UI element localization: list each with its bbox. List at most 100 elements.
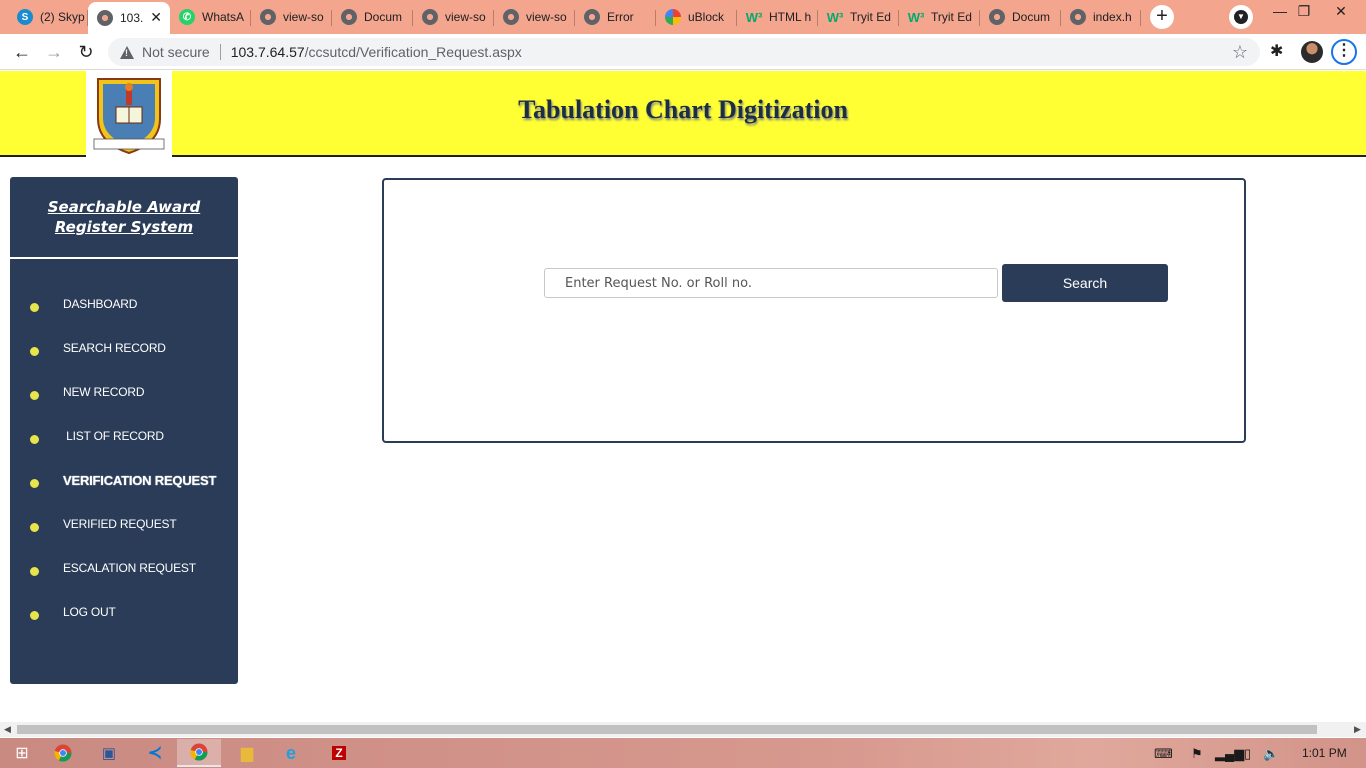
- tab-title: Error: [607, 10, 634, 24]
- internet-explorer-icon: e: [285, 742, 296, 763]
- browser-tab[interactable]: view-so: [494, 2, 575, 32]
- tab-title: uBlock: [688, 10, 725, 24]
- windows-taskbar: ⊞ ▣ ≺ ▆ e Z ⌨ ⚑ ▂▄▆ ▯ 🔈 1:01 PM: [0, 738, 1366, 768]
- search-button[interactable]: Search: [1002, 264, 1168, 302]
- browser-tab[interactable]: W³ Tryit Ed: [899, 2, 980, 32]
- taskbar-filezilla[interactable]: Z: [317, 739, 361, 767]
- vscode-icon: ≺: [147, 743, 163, 762]
- tab-title: Docum: [1012, 10, 1051, 24]
- search-input[interactable]: [544, 268, 998, 298]
- sidebar-item-escalation-request[interactable]: ESCALATION REQUEST: [10, 547, 238, 591]
- tab-title: Docum: [364, 10, 403, 24]
- tab-title: (2) Skyp: [40, 10, 85, 24]
- sidebar-item-log-out[interactable]: LOG OUT: [10, 591, 238, 635]
- close-window-button[interactable]: ✕: [1325, 3, 1357, 20]
- browser-menu-icon[interactable]: ⋮: [1331, 39, 1357, 65]
- tab-title: view-so: [445, 10, 486, 24]
- globe-icon: [584, 9, 600, 25]
- bullet-icon: [30, 479, 39, 488]
- battery-icon[interactable]: ▯: [1244, 746, 1251, 762]
- taskbar-remote-desktop[interactable]: ▣: [87, 739, 131, 767]
- browser-tab[interactable]: Docum: [980, 2, 1061, 32]
- bookmark-star-icon[interactable]: ☆: [1232, 42, 1248, 63]
- sidebar-item-label[interactable]: LIST OF RECORD: [63, 429, 164, 443]
- profile-avatar[interactable]: [1301, 41, 1323, 63]
- speaker-icon[interactable]: 🔈: [1263, 746, 1279, 762]
- globe-icon: [1070, 9, 1086, 25]
- scrollbar-thumb[interactable]: [17, 725, 1317, 734]
- scroll-right-icon[interactable]: ▶: [1354, 724, 1361, 735]
- signal-icon[interactable]: ▂▄▆: [1215, 746, 1244, 762]
- bullet-icon: [30, 523, 39, 532]
- browser-tab[interactable]: Error: [575, 2, 656, 32]
- sidebar-item-new-record[interactable]: NEW RECORD: [10, 371, 238, 415]
- reload-icon[interactable]: ↻: [74, 40, 98, 64]
- taskbar-internet-explorer[interactable]: e: [269, 739, 313, 767]
- url-text[interactable]: 103.7.64.57/ccsutcd/Verification_Request…: [231, 44, 522, 60]
- browser-tab[interactable]: view-so: [251, 2, 332, 32]
- taskbar-chrome[interactable]: [41, 739, 85, 767]
- forward-arrow-icon[interactable]: →: [42, 40, 66, 64]
- w3schools-icon: W³: [907, 9, 925, 25]
- browser-tab[interactable]: uBlock: [656, 2, 737, 32]
- sidebar-item-label[interactable]: DASHBOARD: [63, 297, 137, 311]
- browser-tab[interactable]: W³ HTML h: [737, 2, 818, 32]
- sidebar-item-label[interactable]: LOG OUT: [63, 605, 116, 619]
- bullet-icon: [30, 611, 39, 620]
- sidebar-item-label[interactable]: VERIFIED REQUEST: [63, 517, 177, 531]
- remote-desktop-icon: ▣: [101, 745, 117, 762]
- browser-tab[interactable]: S (2) Skyp: [8, 2, 88, 32]
- horizontal-scrollbar[interactable]: ◀ ▶: [0, 722, 1366, 737]
- sidebar-item-label[interactable]: ESCALATION REQUEST: [63, 561, 196, 575]
- taskbar-vscode[interactable]: ≺: [133, 739, 177, 767]
- sidebar-item-dashboard[interactable]: DASHBOARD: [10, 283, 238, 327]
- back-arrow-icon[interactable]: ←: [10, 40, 34, 64]
- browser-tab[interactable]: index.h: [1061, 2, 1141, 32]
- extensions-puzzle-icon[interactable]: ✱: [1270, 41, 1283, 61]
- bullet-icon: [30, 303, 39, 312]
- start-button[interactable]: ⊞: [0, 739, 44, 767]
- windows-logo-icon: ⊞: [15, 745, 29, 762]
- browser-tab[interactable]: view-so: [413, 2, 494, 32]
- flag-icon[interactable]: ⚑: [1191, 746, 1203, 762]
- security-label[interactable]: Not secure: [142, 44, 210, 60]
- tab-title: Tryit Ed: [931, 10, 972, 24]
- restore-button[interactable]: ❐: [1288, 3, 1320, 20]
- tab-title: 103.: [120, 11, 144, 25]
- page-header: Tabulation Chart Digitization: [0, 71, 1366, 157]
- address-bar[interactable]: Not secure 103.7.64.57/ccsutcd/Verificat…: [108, 38, 1260, 66]
- browser-tab-active[interactable]: 103. ✕: [88, 2, 170, 34]
- scroll-left-icon[interactable]: ◀: [4, 724, 11, 735]
- sidebar-item-label[interactable]: VERIFICATION REQUEST: [63, 473, 216, 488]
- browser-tab[interactable]: ✆ WhatsA: [170, 2, 251, 32]
- keyboard-icon[interactable]: ⌨: [1154, 746, 1173, 762]
- sidebar-item-label[interactable]: NEW RECORD: [63, 385, 145, 399]
- browser-tab[interactable]: Docum: [332, 2, 413, 32]
- bullet-icon: [30, 567, 39, 576]
- filezilla-icon: Z: [332, 746, 346, 760]
- sidebar-item-list-of-record[interactable]: LIST OF RECORD: [10, 415, 238, 459]
- tab-title: view-so: [283, 10, 324, 24]
- browser-toolbar: ← → ↻ Not secure 103.7.64.57/ccsutcd/Ver…: [0, 34, 1366, 70]
- sidebar-item-search-record[interactable]: SEARCH RECORD: [10, 327, 238, 371]
- sidebar-nav: DASHBOARD SEARCH RECORD NEW RECORD LIST …: [10, 259, 238, 635]
- w3schools-icon: W³: [826, 9, 844, 25]
- sidebar-item-verified-request[interactable]: VERIFIED REQUEST: [10, 503, 238, 547]
- clock[interactable]: 1:01 PM: [1302, 746, 1347, 760]
- sidebar-item-label[interactable]: SEARCH RECORD: [63, 341, 166, 355]
- tab-title: index.h: [1093, 10, 1132, 24]
- folder-icon: ▆: [240, 745, 254, 762]
- globe-icon: [260, 9, 276, 25]
- taskbar-file-explorer[interactable]: ▆: [225, 739, 269, 767]
- tab-close-icon[interactable]: ✕: [150, 9, 162, 26]
- bullet-icon: [30, 347, 39, 356]
- new-tab-button[interactable]: +: [1150, 5, 1174, 29]
- browser-tab[interactable]: W³ Tryit Ed: [818, 2, 899, 32]
- tab-search-button[interactable]: ▼: [1229, 5, 1253, 29]
- chrome-icon: [54, 744, 72, 762]
- w3schools-icon: W³: [745, 9, 763, 25]
- taskbar-chrome-active[interactable]: [177, 739, 221, 767]
- sidebar-item-verification-request[interactable]: VERIFICATION REQUEST: [10, 459, 238, 503]
- ublock-icon: [665, 9, 681, 25]
- sidebar-title[interactable]: Searchable Award Register System: [10, 197, 238, 237]
